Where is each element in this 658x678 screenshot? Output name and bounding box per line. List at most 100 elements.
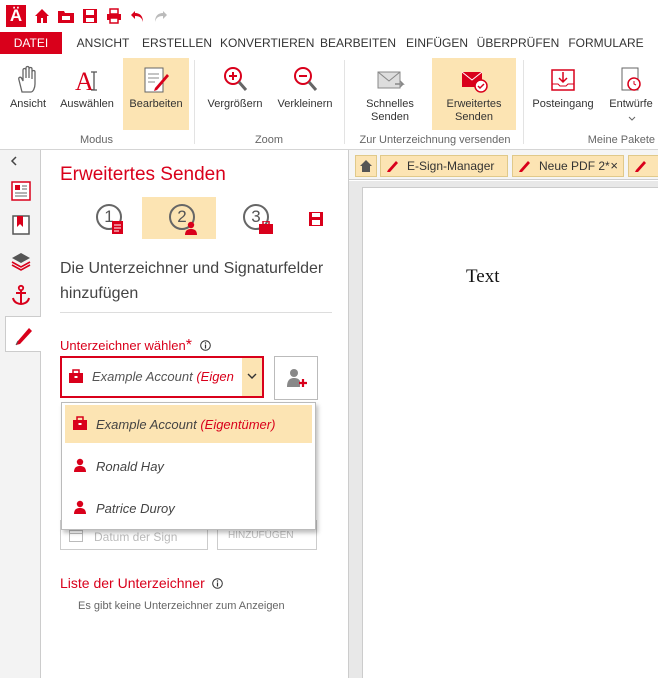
close-icon[interactable]: × [610,156,618,176]
ansicht-button[interactable]: Ansicht [4,58,52,130]
dropdown-option-label: Example Account (Eigentümer) [96,417,276,432]
tab-formulare[interactable]: FORMULARE [566,32,646,54]
step-3[interactable]: 3 [216,197,290,239]
dropdown-option-patrice-duroy[interactable]: Patrice Duroy [65,489,312,527]
redo-icon[interactable] [151,7,169,25]
print-icon[interactable] [105,7,123,25]
add-signer-button[interactable] [274,356,318,400]
verkleinern-button[interactable]: Verkleinern [272,58,338,130]
briefcase-badge-icon [259,221,273,234]
drafts-icon [621,67,641,91]
hand-icon [18,65,36,93]
signer-dropdown-list: Example Account (Eigentümer) Ronald Hay … [61,402,316,530]
zoom-out-icon [294,67,318,91]
pen-sign-icon [519,161,530,172]
save-icon[interactable] [81,7,99,25]
page-text: Text [466,266,500,287]
pages-icon[interactable] [10,180,32,202]
add-field-button-label: HINZUFÜGEN [228,530,294,541]
auswaehlen-button[interactable]: A Auswählen [55,58,119,130]
ribbon-separator [523,60,524,144]
panel-title: Erweitertes Senden [60,164,226,185]
dropdown-option-label: Patrice Duroy [96,501,175,516]
layers-icon[interactable] [10,250,32,272]
chevron-down-icon [628,116,636,121]
signer-select-value: Example Account (Eigen [92,369,234,384]
tab-home[interactable] [355,155,377,177]
verkleinern-label: Verkleinern [277,98,333,110]
group-meine-pakete-label: Meine Pakete [587,134,655,146]
tab-einfuegen[interactable]: EINFÜGEN [404,32,470,54]
tab-datei[interactable]: DATEI [0,32,62,54]
tab-ansicht[interactable]: ANSICHT [72,32,134,54]
esign-nav-tab[interactable] [5,316,41,352]
tab-bearbeiten[interactable]: BEARBEITEN [320,32,396,54]
home-icon [360,160,372,172]
svg-text:A: A [75,67,94,96]
document-badge-icon [112,221,123,234]
signer-select-arrow[interactable] [242,358,262,396]
tab-neue-pdf-2[interactable]: Neue PDF 2* × [512,155,624,177]
zoom-in-icon [224,67,248,91]
dropdown-option-ronald-hay[interactable]: Ronald Hay [65,447,312,485]
ansicht-label: Ansicht [9,98,47,110]
date-signed-field-text: Datum der Sign [94,530,178,544]
tab-overflow[interactable] [628,155,658,177]
auswaehlen-label: Auswählen [60,98,114,110]
erweitertes-senden-button[interactable]: Erweitertes Senden [432,58,516,130]
group-unterzeichnung-label: Zur Unterzeichnung versenden [359,134,511,146]
schnelles-senden-label: Schnelles Senden [366,98,414,123]
info-icon[interactable] [199,340,211,351]
signer-list-empty-text: Es gibt keine Unterzeichner zum Anzeigen [78,600,285,612]
quick-access-toolbar: Ä [0,0,658,32]
collapse-chevron-icon[interactable] [8,155,20,167]
divider [60,312,332,313]
pdf-page[interactable]: Text [362,187,658,678]
text-select-icon: A [75,67,97,96]
bookmark-icon[interactable] [10,214,32,236]
menu-bar: DATEI ANSICHT ERSTELLEN KONVERTIEREN BEA… [0,32,658,54]
entwuerfe-label: Entwürfe [609,98,653,110]
bearbeiten-button[interactable]: Bearbeiten [123,58,189,130]
panel-description: Die Unterzeichner und Signaturfelder hin… [60,260,324,302]
posteingang-button[interactable]: Posteingang [527,58,599,130]
document-viewport[interactable]: Text [349,181,658,678]
posteingang-label: Posteingang [532,98,594,110]
briefcase-icon [69,369,83,383]
tab-ueberpruefen[interactable]: ÜBERPRÜFEN [476,32,560,54]
folder-icon[interactable] [57,7,75,25]
dropdown-option-label: Ronald Hay [96,459,164,474]
anchor-icon[interactable] [10,284,32,306]
pen-sign-icon [387,161,398,172]
ribbon: Ansicht A Auswählen Bearbeiten Modus Ver… [0,54,658,150]
signer-select[interactable]: Example Account (Eigen [60,356,264,398]
info-icon[interactable] [211,578,223,589]
envelope-send-icon [377,71,405,89]
dropdown-option-example-account[interactable]: Example Account (Eigentümer) [65,405,312,443]
tab-e-sign-manager[interactable]: E-Sign-Manager [380,155,508,177]
schnelles-senden-button[interactable]: Schnelles Senden [356,58,424,130]
step-1[interactable]: 1 [69,197,143,239]
entwuerfe-button[interactable]: Entwürfe [604,58,658,130]
briefcase-icon [73,416,87,430]
vergroessern-button[interactable]: Vergrößern [200,58,270,130]
group-modus-label: Modus [79,134,114,146]
add-user-icon [287,369,307,387]
ribbon-separator [344,60,345,144]
person-icon [74,500,86,514]
group-zoom-label: Zoom [254,134,284,146]
save-icon[interactable] [309,212,323,226]
inbox-icon [551,69,575,91]
home-icon[interactable] [33,7,51,25]
tab-neue-pdf-2-label: Neue PDF 2* [539,159,610,173]
undo-icon[interactable] [129,7,147,25]
left-navigation [0,150,41,678]
step-2[interactable]: 2 [142,197,216,239]
tab-e-sign-manager-label: E-Sign-Manager [407,159,495,173]
bearbeiten-label: Bearbeiten [129,98,183,110]
person-badge-icon [185,221,197,235]
tab-konvertieren[interactable]: KONVERTIEREN [220,32,314,54]
document-tabs: E-Sign-Manager Neue PDF 2* × [349,150,658,180]
calendar-icon [69,530,83,542]
tab-erstellen[interactable]: ERSTELLEN [142,32,212,54]
